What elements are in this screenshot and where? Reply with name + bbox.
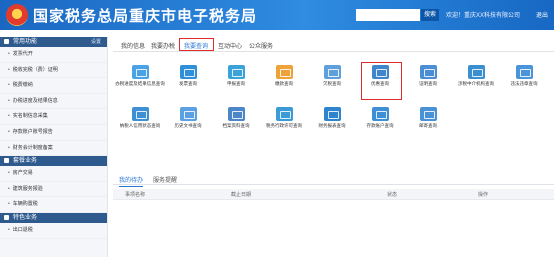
search-input[interactable] <box>356 9 420 21</box>
function-tile[interactable]: 税务行政许可查询 <box>259 107 309 129</box>
sidebar-section-title: 特色业务 <box>13 214 38 221</box>
function-tile[interactable]: 邮寄查询 <box>403 107 453 129</box>
sidebar-section-title: 常用功能 <box>13 39 38 45</box>
function-icon <box>275 65 293 79</box>
sidebar-item[interactable]: 发票代开 <box>0 47 107 63</box>
top-header: 国家税务总局重庆市电子税务局 搜索 欢迎！重庆XX科技有限公司 退出 <box>0 0 554 30</box>
column-action: 操作 <box>478 192 489 198</box>
sidebar-item[interactable]: 房产交易 <box>0 166 107 182</box>
function-tile[interactable]: 发票查询 <box>163 65 213 87</box>
function-tile[interactable]: 缴款查询 <box>259 65 309 87</box>
subtab-service-reminder[interactable]: 服务提醒 <box>153 175 177 184</box>
function-icon <box>419 65 437 79</box>
search-button[interactable]: 搜索 <box>421 9 439 21</box>
function-label: 发票查询 <box>179 81 197 86</box>
sidebar-section-header[interactable]: 套餐业务 <box>0 156 107 167</box>
function-tile[interactable]: 档案资料查询 <box>211 107 261 129</box>
sidebar-item[interactable]: 存款账户账号报告 <box>0 125 107 141</box>
function-tile[interactable]: 财务报表查询 <box>307 107 357 129</box>
function-label: 存款账户查询 <box>366 123 394 128</box>
main-tabs: 我的信息 我要办税 我要查询 互动中心 公众服务 <box>113 37 554 52</box>
user-info: 欢迎！重庆XX科技有限公司 <box>446 13 521 19</box>
tab-interaction-center[interactable]: 互动中心 <box>218 41 242 50</box>
function-label: 办税进度及结果信息查询 <box>115 81 165 86</box>
sidebar-item[interactable]: 车辆购置税 <box>0 197 107 213</box>
function-label: 证明查询 <box>419 81 437 86</box>
function-label: 历史文书查询 <box>174 123 202 128</box>
function-label: 涉税中介机构查询 <box>458 81 494 86</box>
sidebar-item[interactable]: 出口退税 <box>0 223 107 239</box>
function-tile[interactable]: 纳税人信用状态查询 <box>115 107 165 129</box>
sidebar-item[interactable]: 实名制信息采集 <box>0 109 107 125</box>
function-label: 缴款查询 <box>275 81 293 86</box>
sub-tabs: 我的待办 服务提醒 <box>113 173 554 187</box>
sidebar-section-title: 套餐业务 <box>13 158 38 165</box>
tab-public-service[interactable]: 公众服务 <box>249 41 273 50</box>
tax-emblem-logo <box>6 4 28 26</box>
main-content: 我的信息 我要办税 我要查询 互动中心 公众服务 办税进度及结果信息查询 发票查询… <box>113 37 554 257</box>
function-icon <box>419 107 437 121</box>
function-tile[interactable]: 存款账户查询 <box>355 107 405 129</box>
function-icon <box>179 107 197 121</box>
function-icon <box>323 107 341 121</box>
function-icon <box>131 65 149 79</box>
tab-tax-handling[interactable]: 我要办税 <box>151 41 175 50</box>
function-icon <box>275 107 293 121</box>
sidebar: 常用功能 设置发票代开税收完税（费）证明税费缴纳办税进度及结果信息实名制信息采集存… <box>0 37 108 257</box>
sidebar-section-header[interactable]: 常用功能 设置 <box>0 37 107 47</box>
todo-table-header: 事项名称 截止日期 状态 操作 <box>113 189 554 200</box>
function-label: 欠税查询 <box>323 81 341 86</box>
column-status: 状态 <box>387 192 398 198</box>
subtab-my-todo[interactable]: 我的待办 <box>119 175 144 187</box>
function-icon <box>227 65 245 79</box>
function-icon <box>323 65 341 79</box>
sidebar-item[interactable]: 税费缴纳 <box>0 78 107 94</box>
function-label: 邮寄查询 <box>419 123 437 128</box>
function-icon <box>227 107 245 121</box>
section-icon <box>4 158 9 164</box>
sidebar-section-header[interactable]: 特色业务 <box>0 212 107 223</box>
sidebar-item[interactable]: 财务会计制度备案 <box>0 141 107 157</box>
function-label: 申报查询 <box>227 81 245 86</box>
function-tile[interactable]: 历史文书查询 <box>163 107 213 129</box>
tab-query-highlight <box>179 38 214 51</box>
function-tile[interactable]: 办税进度及结果信息查询 <box>115 65 165 87</box>
function-icon <box>371 107 389 121</box>
sidebar-item[interactable]: 建筑服务报验 <box>0 182 107 198</box>
function-label: 档案资料查询 <box>222 123 250 128</box>
function-label: 纳税人信用状态查询 <box>119 123 161 128</box>
function-tile[interactable]: 申报查询 <box>211 65 261 87</box>
function-icon <box>131 107 149 121</box>
site-title: 国家税务总局重庆市电子税务局 <box>33 8 258 25</box>
function-icon <box>467 65 485 79</box>
sidebar-item[interactable]: 税收完税（费）证明 <box>0 63 107 79</box>
sidebar-settings-link[interactable]: 设置 <box>91 37 101 47</box>
function-label: 财务报表查询 <box>318 123 346 128</box>
function-label: 违法违章查询 <box>510 81 538 86</box>
function-icon <box>179 65 197 79</box>
function-tile[interactable]: 欠税查询 <box>307 65 357 87</box>
sidebar-item[interactable]: 办税进度及结果信息 <box>0 94 107 110</box>
section-icon <box>4 214 9 220</box>
tab-my-info[interactable]: 我的信息 <box>121 41 145 50</box>
function-icon <box>515 65 533 79</box>
column-item-name: 事项名称 <box>125 192 146 198</box>
preference-query-highlight <box>361 62 402 100</box>
logout-link[interactable]: 退出 <box>536 10 548 19</box>
column-deadline: 截止日期 <box>231 192 252 198</box>
function-tile[interactable]: 违法违章查询 <box>499 65 549 87</box>
section-icon <box>4 38 9 44</box>
function-tile[interactable]: 涉税中介机构查询 <box>451 65 501 87</box>
function-label: 税务行政许可查询 <box>266 123 302 128</box>
function-tile[interactable]: 证明查询 <box>403 65 453 87</box>
